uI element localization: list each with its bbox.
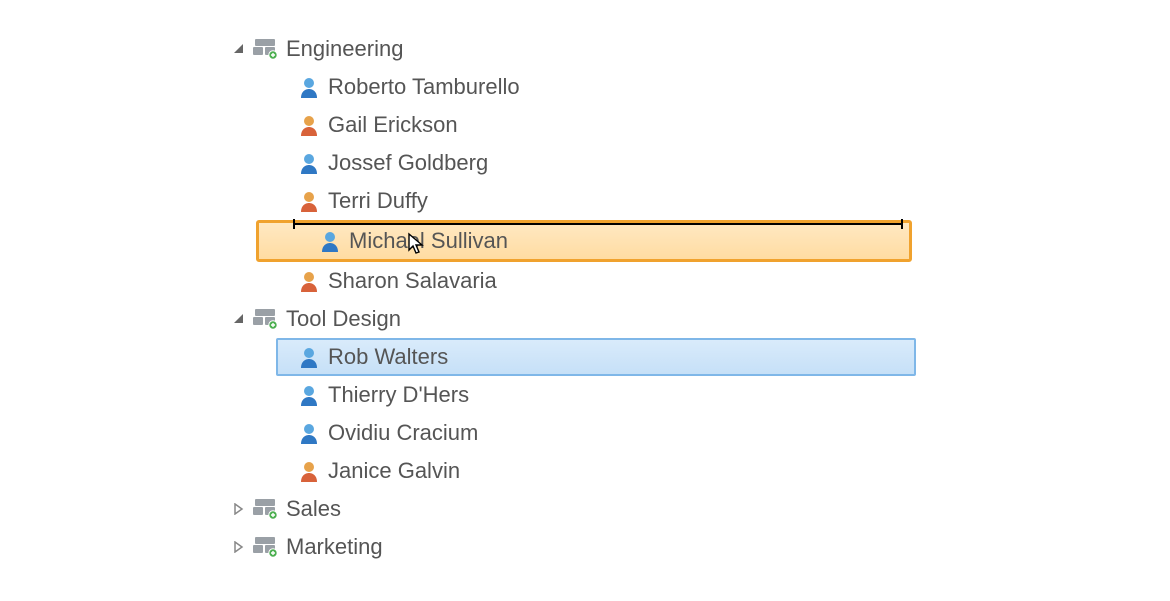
expand-icon[interactable] [230,503,248,515]
expand-icon[interactable] [230,541,248,553]
department-label: Engineering [286,36,403,62]
person-orange-icon [298,460,320,482]
person-label: Gail Erickson [328,112,458,138]
collapse-icon[interactable] [230,313,248,325]
person-node[interactable]: Rob Walters [276,338,916,376]
person-node[interactable]: Gail Erickson [230,106,1170,144]
person-node[interactable]: Terri Duffy [230,182,1170,220]
person-label: Terri Duffy [328,188,428,214]
department-node[interactable]: Marketing [230,528,1170,566]
department-label: Sales [286,496,341,522]
department-icon [252,497,278,521]
person-label: Ovidiu Cracium [328,420,478,446]
person-blue-icon [298,422,320,444]
collapse-icon[interactable] [230,43,248,55]
person-node[interactable]: Thierry D'Hers [230,376,1170,414]
drop-insert-line [293,223,903,225]
person-blue-icon [298,152,320,174]
person-node[interactable]: Ovidiu Cracium [230,414,1170,452]
department-icon [252,37,278,61]
person-blue-icon [319,230,341,252]
person-orange-icon [298,190,320,212]
person-label: Rob Walters [328,344,448,370]
person-node[interactable]: Janice Galvin [230,452,1170,490]
person-orange-icon [298,270,320,292]
person-blue-icon [298,384,320,406]
person-label: Michael Sullivan [349,228,508,254]
person-node[interactable]: Michael Sullivan [256,220,912,262]
department-icon [252,535,278,559]
person-orange-icon [298,114,320,136]
person-blue-icon [298,76,320,98]
person-node[interactable]: Sharon Salavaria [230,262,1170,300]
person-label: Thierry D'Hers [328,382,469,408]
department-label: Marketing [286,534,383,560]
department-node[interactable]: Tool Design [230,300,1170,338]
person-label: Jossef Goldberg [328,150,488,176]
person-node[interactable]: Roberto Tamburello [230,68,1170,106]
person-label: Sharon Salavaria [328,268,497,294]
department-node[interactable]: Sales [230,490,1170,528]
department-icon [252,307,278,331]
department-label: Tool Design [286,306,401,332]
person-label: Janice Galvin [328,458,460,484]
department-node[interactable]: Engineering [230,30,1170,68]
person-blue-icon [298,346,320,368]
person-node[interactable]: Jossef Goldberg [230,144,1170,182]
person-label: Roberto Tamburello [328,74,520,100]
